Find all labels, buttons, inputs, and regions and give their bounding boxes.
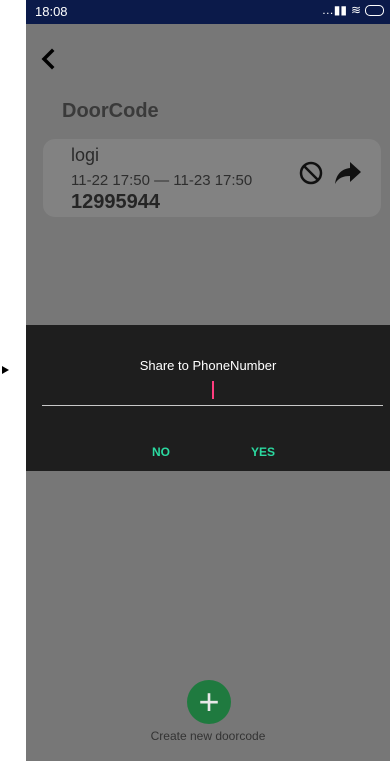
share-icon[interactable] [333,157,363,187]
share-dialog: Share to PhoneNumber NO YES [26,325,390,471]
phone-screen: 18:08 …▮▮ ≋ DoorCode logi 11-22 17:50 — … [26,0,390,761]
text-cursor [212,381,214,399]
doorcode-code: 12995944 [71,191,160,213]
status-time: 18:08 [35,4,68,19]
yes-button[interactable]: YES [251,445,275,459]
doorcode-card[interactable]: logi 11-22 17:50 — 11-23 17:50 12995944 [43,139,381,217]
create-doorcode-button[interactable]: + [187,680,231,724]
create-doorcode-label: Create new doorcode [150,729,266,743]
status-icons: …▮▮ ≋ [322,3,384,17]
phone-number-input[interactable] [42,405,383,406]
doorcode-name: logi [71,145,100,165]
doorcode-time-range: 11-22 17:50 — 11-23 17:50 [71,172,253,189]
status-bar: 18:08 …▮▮ ≋ [26,0,390,24]
plus-icon: + [198,681,220,722]
wifi-icon: ≋ [350,3,361,17]
block-icon[interactable] [297,159,325,187]
back-button[interactable] [38,44,68,74]
signal-icon: …▮▮ [321,3,347,17]
page-title: DoorCode [62,100,159,122]
dialog-title: Share to PhoneNumber [139,358,277,373]
battery-icon [365,4,384,16]
no-button[interactable]: NO [152,445,170,459]
arrow-pointer-icon [2,366,9,374]
